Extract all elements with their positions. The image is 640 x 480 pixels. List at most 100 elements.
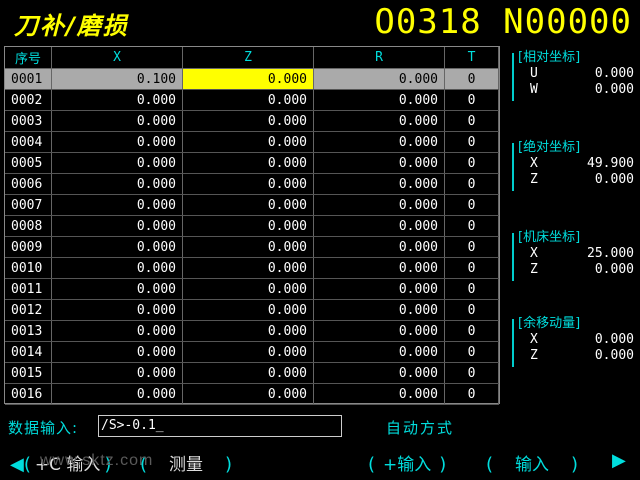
offset-t-cell[interactable]: 0 [444, 362, 499, 384]
offset-r-cell[interactable]: 0.000 [313, 320, 445, 342]
offset-z-cell[interactable]: 0.000 [182, 173, 314, 195]
offset-t-cell[interactable]: 0 [444, 215, 499, 237]
offset-x-cell[interactable]: 0.100 [51, 68, 183, 90]
table-row[interactable]: 0004 0.000 0.000 0.000 0 [5, 131, 499, 153]
offset-x-cell[interactable]: 0.000 [51, 299, 183, 321]
offset-r-cell[interactable]: 0.000 [313, 173, 445, 195]
offset-x-cell[interactable]: 0.000 [51, 131, 183, 153]
offset-index-cell[interactable]: 0006 [5, 173, 52, 195]
offset-index-cell[interactable]: 0005 [5, 152, 52, 174]
offset-r-cell[interactable]: 0.000 [313, 110, 445, 132]
table-row[interactable]: 0016 0.000 0.000 0.000 0 [5, 383, 499, 405]
offset-z-cell[interactable]: 0.000 [182, 68, 314, 90]
offset-x-cell[interactable]: 0.000 [51, 362, 183, 384]
offset-r-cell[interactable]: 0.000 [313, 278, 445, 300]
offset-index-cell[interactable]: 0016 [5, 383, 52, 405]
offset-t-cell[interactable]: 0 [444, 257, 499, 279]
softkey-next[interactable]: ▶ [612, 450, 626, 471]
offset-z-cell[interactable]: 0.000 [182, 341, 314, 363]
table-row[interactable]: 0002 0.000 0.000 0.000 0 [5, 89, 499, 111]
table-row[interactable]: 0009 0.000 0.000 0.000 0 [5, 236, 499, 258]
table-row[interactable]: 0012 0.000 0.000 0.000 0 [5, 299, 499, 321]
offset-r-cell[interactable]: 0.000 [313, 131, 445, 153]
offset-z-cell[interactable]: 0.000 [182, 131, 314, 153]
offset-z-cell[interactable]: 0.000 [182, 257, 314, 279]
offset-t-cell[interactable]: 0 [444, 68, 499, 90]
softkey-measure[interactable]: (测量) [140, 450, 232, 475]
offset-r-cell[interactable]: 0.000 [313, 89, 445, 111]
offset-t-cell[interactable]: 0 [444, 236, 499, 258]
offset-x-cell[interactable]: 0.000 [51, 215, 183, 237]
table-row[interactable]: 0006 0.000 0.000 0.000 0 [5, 173, 499, 195]
table-row[interactable]: 0013 0.000 0.000 0.000 0 [5, 320, 499, 342]
table-row[interactable]: 0003 0.000 0.000 0.000 0 [5, 110, 499, 132]
offset-x-cell[interactable]: 0.000 [51, 320, 183, 342]
offset-index-cell[interactable]: 0010 [5, 257, 52, 279]
offset-z-cell[interactable]: 0.000 [182, 89, 314, 111]
offset-index-cell[interactable]: 0009 [5, 236, 52, 258]
offset-t-cell[interactable]: 0 [444, 110, 499, 132]
offset-x-cell[interactable]: 0.000 [51, 278, 183, 300]
offset-r-cell[interactable]: 0.000 [313, 236, 445, 258]
offset-t-cell[interactable]: 0 [444, 194, 499, 216]
offset-r-cell[interactable]: 0.000 [313, 68, 445, 90]
offset-z-cell[interactable]: 0.000 [182, 194, 314, 216]
offset-r-cell[interactable]: 0.000 [313, 152, 445, 174]
offset-x-cell[interactable]: 0.000 [51, 152, 183, 174]
offset-r-cell[interactable]: 0.000 [313, 362, 445, 384]
offset-x-cell[interactable]: 0.000 [51, 257, 183, 279]
offset-t-cell[interactable]: 0 [444, 320, 499, 342]
offset-x-cell[interactable]: 0.000 [51, 341, 183, 363]
offset-r-cell[interactable]: 0.000 [313, 194, 445, 216]
offset-x-cell[interactable]: 0.000 [51, 194, 183, 216]
table-row[interactable]: 0008 0.000 0.000 0.000 0 [5, 215, 499, 237]
offset-t-cell[interactable]: 0 [444, 131, 499, 153]
offset-z-cell[interactable]: 0.000 [182, 278, 314, 300]
table-row[interactable]: 0014 0.000 0.000 0.000 0 [5, 341, 499, 363]
softkey-input[interactable]: (输入) [486, 450, 578, 475]
table-row[interactable]: 0011 0.000 0.000 0.000 0 [5, 278, 499, 300]
softkey-plus-input[interactable]: (+输入) [368, 450, 446, 475]
offset-x-cell[interactable]: 0.000 [51, 383, 183, 405]
offset-z-cell[interactable]: 0.000 [182, 152, 314, 174]
offset-t-cell[interactable]: 0 [444, 89, 499, 111]
table-row[interactable]: 0005 0.000 0.000 0.000 0 [5, 152, 499, 174]
offset-z-cell[interactable]: 0.000 [182, 362, 314, 384]
offset-index-cell[interactable]: 0008 [5, 215, 52, 237]
offset-r-cell[interactable]: 0.000 [313, 383, 445, 405]
data-input-field[interactable]: /S>-0.1_ [98, 415, 342, 437]
offset-r-cell[interactable]: 0.000 [313, 215, 445, 237]
offset-index-cell[interactable]: 0012 [5, 299, 52, 321]
table-row[interactable]: 0015 0.000 0.000 0.000 0 [5, 362, 499, 384]
offset-index-cell[interactable]: 0003 [5, 110, 52, 132]
offset-x-cell[interactable]: 0.000 [51, 110, 183, 132]
offset-index-cell[interactable]: 0015 [5, 362, 52, 384]
offset-z-cell[interactable]: 0.000 [182, 383, 314, 405]
offset-t-cell[interactable]: 0 [444, 341, 499, 363]
offset-t-cell[interactable]: 0 [444, 299, 499, 321]
offset-index-cell[interactable]: 0013 [5, 320, 52, 342]
offset-t-cell[interactable]: 0 [444, 278, 499, 300]
offset-r-cell[interactable]: 0.000 [313, 299, 445, 321]
offset-index-cell[interactable]: 0001 [5, 68, 52, 90]
offset-z-cell[interactable]: 0.000 [182, 236, 314, 258]
offset-index-cell[interactable]: 0004 [5, 131, 52, 153]
table-row[interactable]: 0001 0.100 0.000 0.000 0 [5, 68, 499, 90]
offset-x-cell[interactable]: 0.000 [51, 89, 183, 111]
offset-index-cell[interactable]: 0007 [5, 194, 52, 216]
offset-t-cell[interactable]: 0 [444, 173, 499, 195]
offset-r-cell[interactable]: 0.000 [313, 257, 445, 279]
offset-z-cell[interactable]: 0.000 [182, 320, 314, 342]
offset-t-cell[interactable]: 0 [444, 383, 499, 405]
offset-x-cell[interactable]: 0.000 [51, 236, 183, 258]
offset-z-cell[interactable]: 0.000 [182, 299, 314, 321]
offset-z-cell[interactable]: 0.000 [182, 215, 314, 237]
offset-r-cell[interactable]: 0.000 [313, 341, 445, 363]
offset-t-cell[interactable]: 0 [444, 152, 499, 174]
table-row[interactable]: 0010 0.000 0.000 0.000 0 [5, 257, 499, 279]
offset-x-cell[interactable]: 0.000 [51, 173, 183, 195]
offset-index-cell[interactable]: 0011 [5, 278, 52, 300]
offset-index-cell[interactable]: 0002 [5, 89, 52, 111]
offset-index-cell[interactable]: 0014 [5, 341, 52, 363]
table-row[interactable]: 0007 0.000 0.000 0.000 0 [5, 194, 499, 216]
